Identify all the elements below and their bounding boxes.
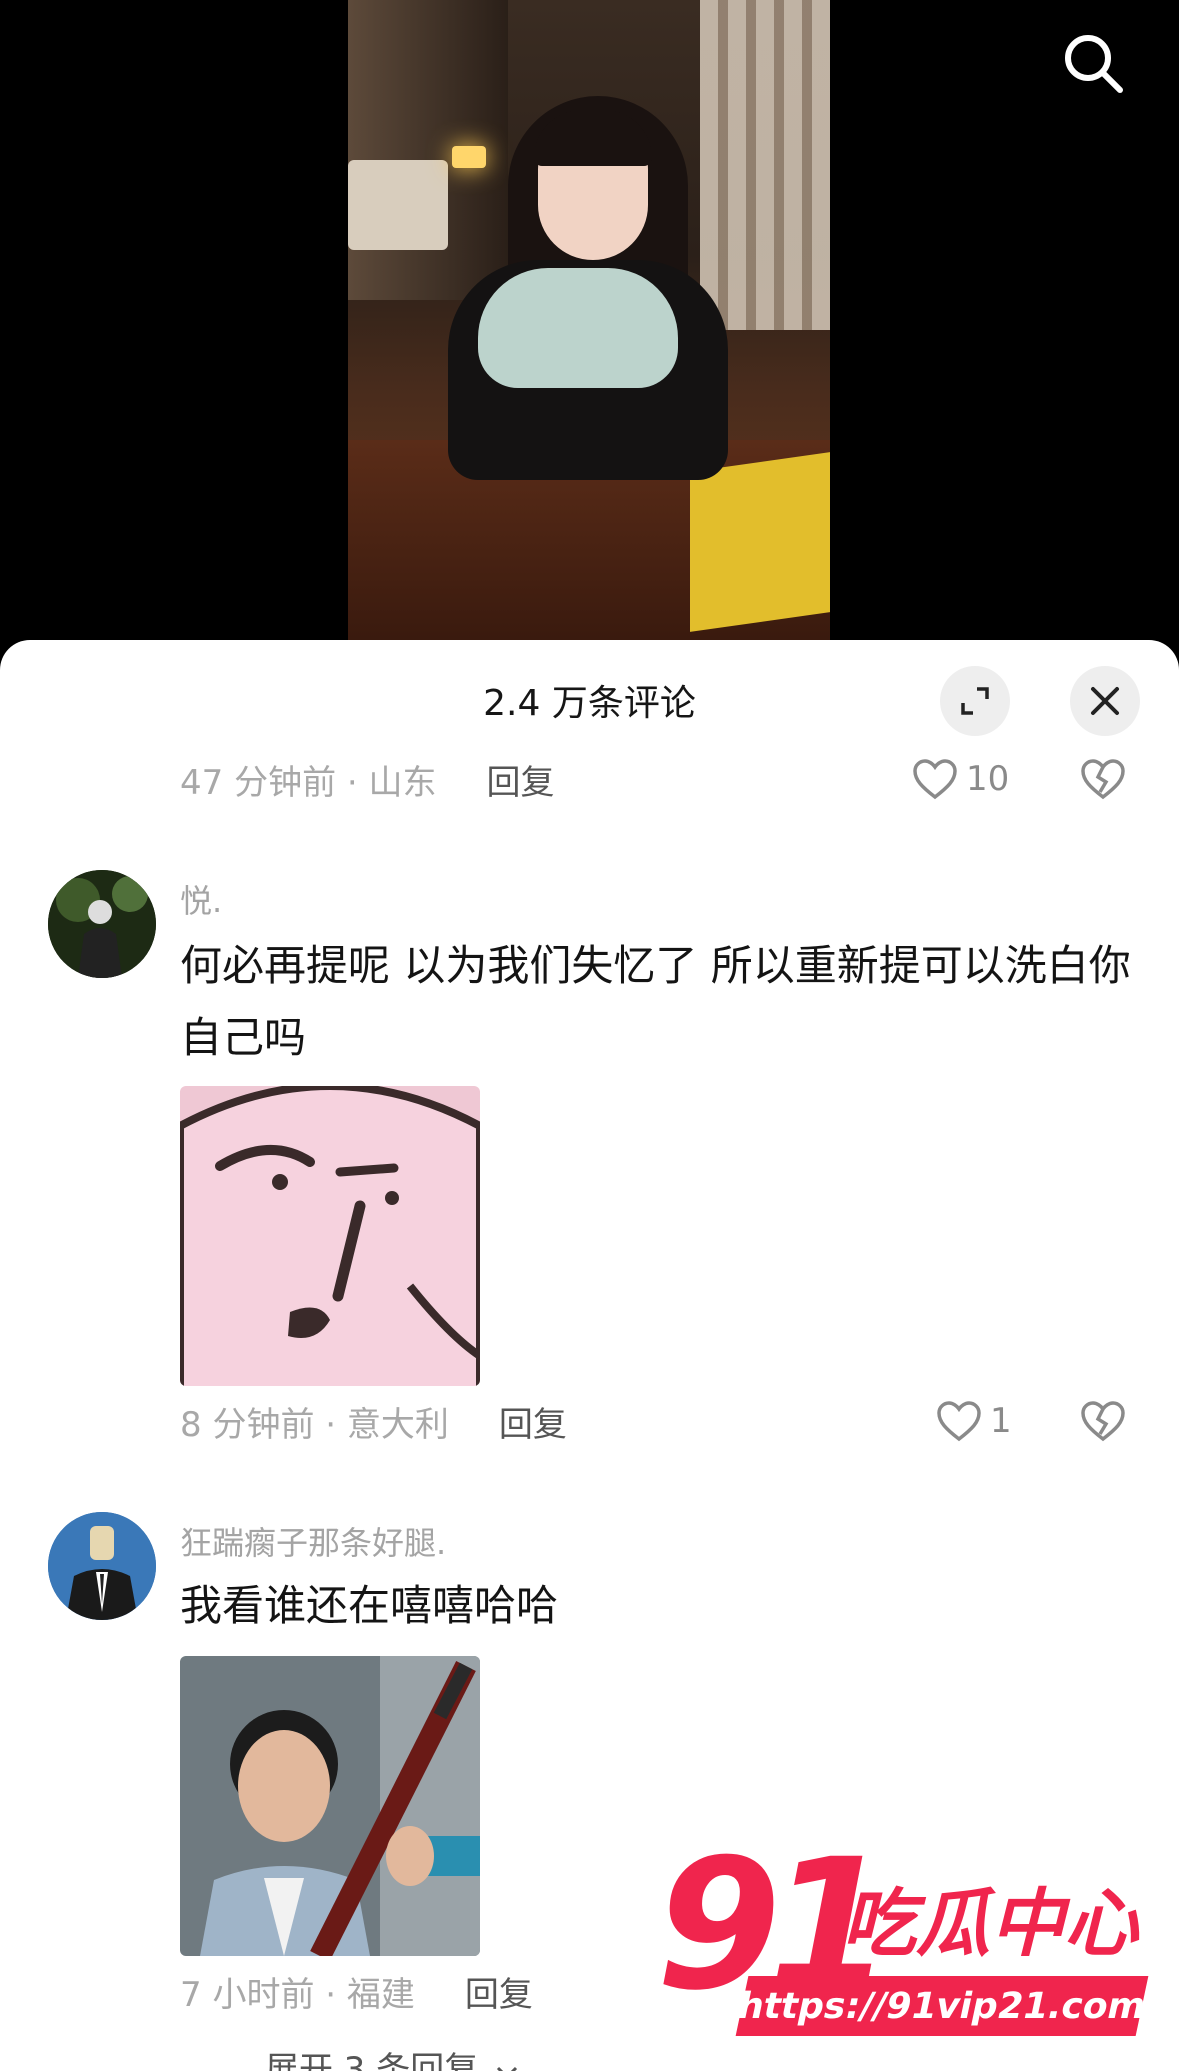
broken-heart-icon bbox=[1081, 1401, 1125, 1442]
meme-face-image bbox=[180, 1086, 480, 1386]
avatar[interactable] bbox=[48, 1512, 156, 1620]
like-count: 1 bbox=[990, 1401, 1012, 1441]
watermark-brand-text: 吃瓜中心 bbox=[842, 1881, 1138, 1967]
video-player[interactable] bbox=[0, 0, 1179, 660]
video-background-lamp bbox=[452, 146, 486, 168]
video-person-blouse bbox=[478, 268, 678, 388]
heart-icon bbox=[913, 759, 957, 800]
dislike-button[interactable] bbox=[1080, 1400, 1126, 1446]
avatar-image bbox=[48, 870, 156, 978]
comment-text: 何必再提呢 以为我们失忆了 所以重新提可以洗白你自己吗 bbox=[180, 941, 1131, 1062]
avatar-image bbox=[48, 1512, 156, 1620]
close-sheet-button[interactable] bbox=[1070, 666, 1140, 736]
comment-meta-row: 47 分钟前 · 山东 回复 bbox=[180, 754, 555, 804]
search-button[interactable] bbox=[1062, 32, 1124, 94]
comment-username[interactable]: 悦. bbox=[180, 876, 222, 922]
like-button[interactable]: 1 bbox=[936, 1396, 1012, 1446]
comment-time-location: 8 分钟前 · 意大利 bbox=[180, 1404, 449, 1445]
heart-icon bbox=[937, 1401, 981, 1442]
site-watermark: 91 吃瓜中心 https://91vip21.com bbox=[656, 1836, 1156, 2046]
video-frame[interactable] bbox=[348, 0, 830, 640]
watermark-url: https://91vip21.com bbox=[734, 1976, 1150, 2036]
video-book bbox=[690, 452, 830, 632]
reply-button[interactable]: 回复 bbox=[499, 1397, 567, 1446]
video-background-sofa bbox=[348, 160, 448, 250]
video-background-window bbox=[700, 0, 830, 330]
expand-replies-button[interactable]: 展开 3 条回复 bbox=[265, 2042, 519, 2071]
dislike-button[interactable] bbox=[1080, 758, 1126, 804]
comment-username[interactable]: 狂踹瘸子那条好腿. bbox=[180, 1518, 446, 1564]
like-button[interactable]: 10 bbox=[912, 754, 1009, 804]
expand-icon bbox=[961, 687, 989, 715]
expand-replies-label: 展开 3 条回复 bbox=[265, 2050, 479, 2071]
comment-text: 我看谁还在嘻嘻哈哈 bbox=[180, 1581, 559, 1630]
expand-sheet-button[interactable] bbox=[940, 666, 1010, 736]
broken-heart-icon bbox=[1081, 759, 1125, 800]
reply-button[interactable]: 回复 bbox=[487, 755, 555, 804]
avatar[interactable] bbox=[48, 870, 156, 978]
comment-time-location: 7 小时前 · 福建 bbox=[180, 1974, 415, 2015]
meme-photo-image bbox=[180, 1656, 480, 1956]
comment-meta-row: 8 分钟前 · 意大利 回复 bbox=[180, 1396, 567, 1446]
comment-sticker-image[interactable] bbox=[180, 1656, 480, 1956]
chevron-down-icon bbox=[497, 2066, 518, 2071]
close-icon bbox=[1091, 687, 1119, 715]
reply-button[interactable]: 回复 bbox=[465, 1967, 533, 2016]
search-icon bbox=[1065, 35, 1123, 93]
like-count: 10 bbox=[966, 759, 1010, 799]
comment-meta-row: 7 小时前 · 福建 回复 bbox=[180, 1966, 533, 2016]
comment-sticker-image[interactable] bbox=[180, 1086, 480, 1386]
comment-time-location: 47 分钟前 · 山东 bbox=[180, 762, 437, 803]
